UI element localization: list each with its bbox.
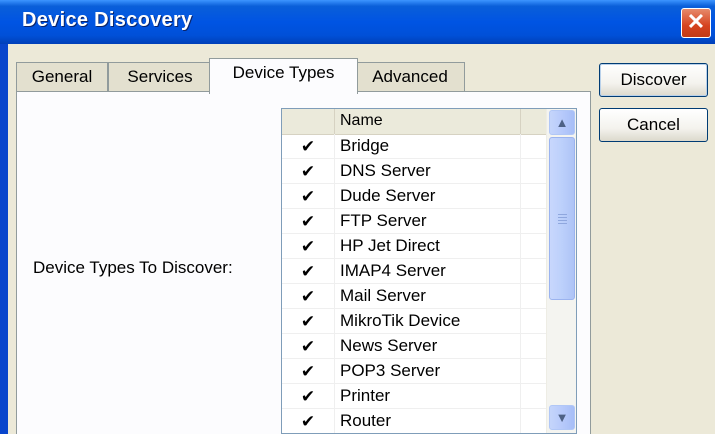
tab-services[interactable]: Services <box>108 62 212 92</box>
list-row[interactable]: ✔ MikroTik Device <box>282 309 546 334</box>
checkmark-icon[interactable]: ✔ <box>282 209 335 234</box>
window-title: Device Discovery <box>22 9 193 31</box>
chevron-down-icon: ▼ <box>555 410 569 425</box>
list-row[interactable]: ✔ DNS Server <box>282 159 546 184</box>
device-types-list[interactable]: Name ▲ ✔ Bridge ✔ DNS Server ✔ Dude Serv… <box>281 108 577 434</box>
list-item-name: DNS Server <box>335 159 521 184</box>
scroll-down-button[interactable]: ▼ <box>549 405 575 430</box>
vertical-scrollbar[interactable]: ▲ ▼ <box>546 109 576 433</box>
list-row[interactable]: ✔ Dude Server <box>282 184 546 209</box>
tab-advanced[interactable]: Advanced <box>355 62 465 92</box>
checkmark-icon[interactable]: ✔ <box>282 409 335 433</box>
list-row[interactable]: ✔ POP3 Server <box>282 359 546 384</box>
title-bar[interactable]: Device Discovery ✕ <box>0 0 715 44</box>
checkmark-icon[interactable]: ✔ <box>282 184 335 209</box>
list-row[interactable]: ✔ News Server <box>282 334 546 359</box>
discover-button[interactable]: Discover <box>599 63 708 97</box>
close-icon: ✕ <box>686 9 706 34</box>
list-item-name: FTP Server <box>335 209 521 234</box>
list-item-name: Router <box>335 409 521 433</box>
scroll-up-button[interactable]: ▲ <box>549 110 575 135</box>
list-row[interactable]: ✔ Printer <box>282 384 546 409</box>
device-discovery-dialog: Device Discovery ✕ General Services Devi… <box>0 0 715 434</box>
close-button[interactable]: ✕ <box>681 8 711 38</box>
scrollbar-thumb[interactable] <box>549 137 575 300</box>
checkmark-icon[interactable]: ✔ <box>282 384 335 409</box>
list-item-name: Bridge <box>335 134 521 159</box>
list-item-name: IMAP4 Server <box>335 259 521 284</box>
tab-device-types[interactable]: Device Types <box>209 58 358 94</box>
column-header-name-label: Name <box>340 112 383 129</box>
checkmark-icon[interactable]: ✔ <box>282 259 335 284</box>
list-row[interactable]: ✔ Router <box>282 409 546 433</box>
list-item-name: Dude Server <box>335 184 521 209</box>
checkmark-icon[interactable]: ✔ <box>282 359 335 384</box>
checkmark-icon[interactable]: ✔ <box>282 284 335 309</box>
column-header-check[interactable] <box>282 109 335 134</box>
list-row[interactable]: ✔ IMAP4 Server <box>282 259 546 284</box>
column-header-name[interactable]: Name ▲ <box>335 109 561 134</box>
list-header: Name ▲ <box>282 109 561 135</box>
list-item-name: MikroTik Device <box>335 309 521 334</box>
device-types-label: Device Types To Discover: <box>33 258 233 277</box>
list-item-name: HP Jet Direct <box>335 234 521 259</box>
list-item-name: Printer <box>335 384 521 409</box>
grip-line <box>558 217 567 218</box>
chevron-up-icon: ▲ <box>555 115 569 130</box>
grip-line <box>558 223 567 224</box>
window-border-left <box>0 44 8 434</box>
checkmark-icon[interactable]: ✔ <box>282 309 335 334</box>
list-row[interactable]: ✔ HP Jet Direct <box>282 234 546 259</box>
list-item-name: POP3 Server <box>335 359 521 384</box>
checkmark-icon[interactable]: ✔ <box>282 134 335 159</box>
grip-line <box>558 220 567 221</box>
tab-general[interactable]: General <box>16 62 108 92</box>
list-row[interactable]: ✔ FTP Server <box>282 209 546 234</box>
list-row[interactable]: ✔ Mail Server <box>282 284 546 309</box>
column-header-extra[interactable] <box>521 109 546 134</box>
checkmark-icon[interactable]: ✔ <box>282 334 335 359</box>
list-row[interactable]: ✔ Bridge <box>282 134 546 159</box>
grip-line <box>558 214 567 215</box>
list-item-name: News Server <box>335 334 521 359</box>
checkmark-icon[interactable]: ✔ <box>282 159 335 184</box>
cancel-button[interactable]: Cancel <box>599 108 708 142</box>
list-item-name: Mail Server <box>335 284 521 309</box>
checkmark-icon[interactable]: ✔ <box>282 234 335 259</box>
